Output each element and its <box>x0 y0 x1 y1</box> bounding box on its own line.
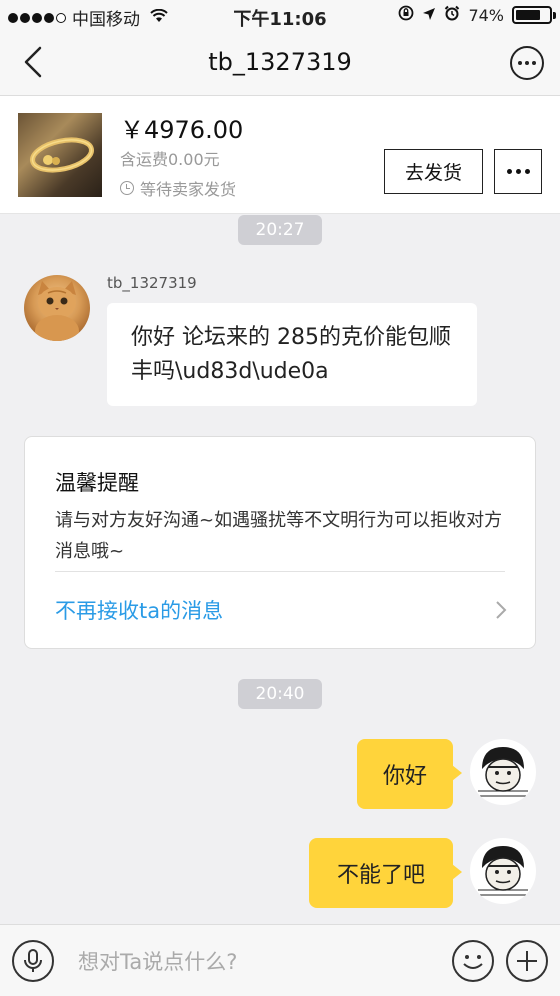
plus-icon <box>517 951 537 971</box>
sender-name: tb_1327319 <box>107 274 197 292</box>
more-icon <box>518 61 522 65</box>
outgoing-message-bubble[interactable]: 不能了吧 <box>309 838 462 908</box>
avatar[interactable] <box>470 838 536 904</box>
back-icon <box>24 46 42 78</box>
back-button[interactable] <box>14 42 54 82</box>
battery-icon <box>512 6 556 24</box>
block-messages-link[interactable]: 不再接收ta的消息 <box>55 595 223 625</box>
chevron-right-icon[interactable] <box>495 599 507 621</box>
clock-icon <box>120 181 134 195</box>
incoming-message-bubble[interactable]: 你好 论坛来的 285的克价能包顺丰吗\ud83d\ude0a <box>107 303 477 406</box>
input-bar: 想对Ta说点什么? <box>0 924 560 996</box>
page-title: tb_1327319 <box>208 48 352 76</box>
nav-bar: tb_1327319 <box>0 30 560 96</box>
order-status-text: 等待卖家发货 <box>140 180 237 199</box>
location-icon <box>422 6 436 25</box>
incoming-message-text: 你好 论坛来的 285的克价能包顺丰吗\ud83d\ude0a <box>131 325 451 384</box>
shipping-fee: 含运费0.00元 <box>120 150 220 169</box>
reminder-body: 请与对方友好沟通~如遇骚扰等不文明行为可以拒收对方消息哦~ <box>55 510 503 562</box>
battery-fill <box>516 10 540 20</box>
microphone-icon <box>24 949 42 972</box>
emoji-icon <box>463 955 483 969</box>
outgoing-message-text: 不能了吧 <box>336 863 425 888</box>
order-card[interactable]: ￥4976.00 含运费0.00元 等待卖家发货 去发货 <box>0 96 560 214</box>
timestamp-pill: 20:40 <box>238 679 322 709</box>
add-button[interactable] <box>506 940 548 982</box>
status-right: 74% <box>398 5 556 25</box>
message-input[interactable]: 想对Ta说点什么? <box>78 939 418 983</box>
reminder-title: 温馨提醒 <box>55 471 139 495</box>
emoji-button[interactable] <box>452 940 494 982</box>
order-price: ￥4976.00 <box>120 116 244 144</box>
timestamp-pill: 20:27 <box>238 215 322 245</box>
outgoing-message-text: 你好 <box>382 764 427 789</box>
product-thumbnail[interactable] <box>18 113 102 197</box>
avatar[interactable] <box>24 275 90 341</box>
more-icon <box>506 169 512 174</box>
reminder-card: 温馨提醒 请与对方友好沟通~如遇骚扰等不文明行为可以拒收对方消息哦~ 不再接收t… <box>24 436 536 649</box>
status-bar: 中国移动 下午11:06 74% <box>0 0 560 30</box>
ship-button[interactable]: 去发货 <box>384 149 483 194</box>
avatar[interactable] <box>470 739 536 805</box>
voice-button[interactable] <box>12 940 54 982</box>
alarm-icon <box>444 5 460 25</box>
divider <box>55 571 505 572</box>
outgoing-message-bubble[interactable]: 你好 <box>357 739 462 809</box>
order-more-button[interactable] <box>494 149 542 194</box>
battery-percent: 74% <box>468 5 504 25</box>
more-button[interactable] <box>510 46 544 80</box>
order-status: 等待卖家发货 <box>120 176 236 200</box>
lock-rotation-icon <box>398 5 414 25</box>
